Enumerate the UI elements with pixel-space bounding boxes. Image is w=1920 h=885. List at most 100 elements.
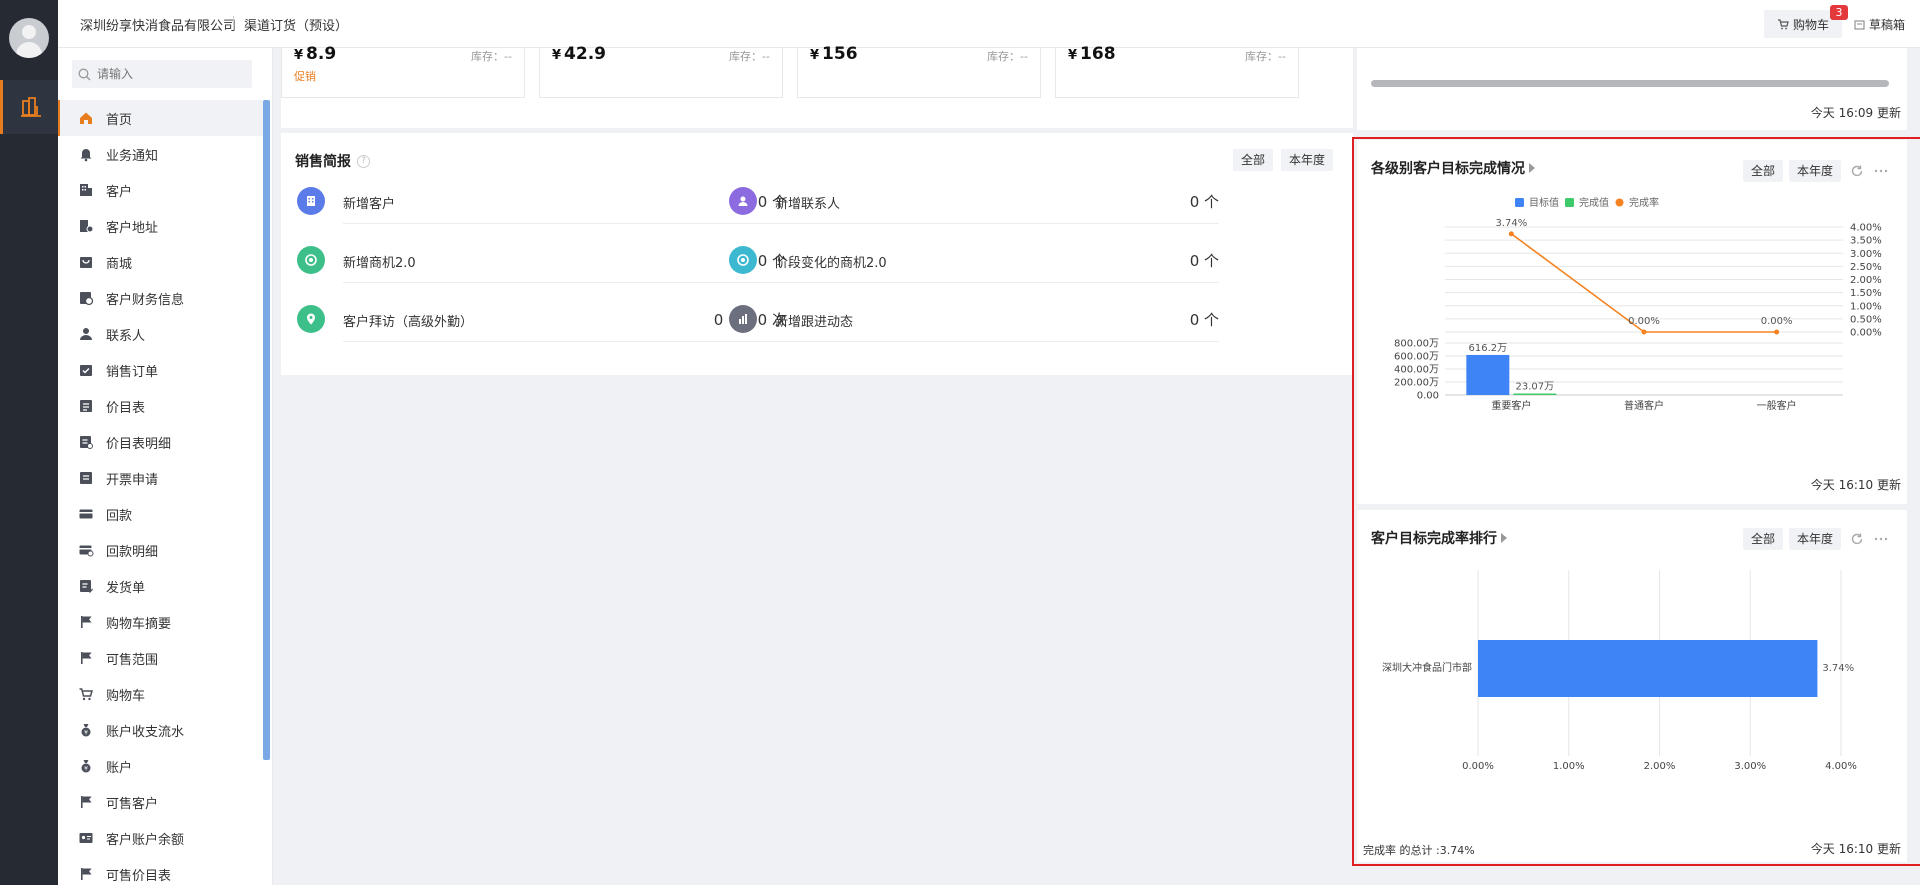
rail-item-dashboard[interactable]	[0, 80, 58, 134]
line-data-label: 0.00%	[1761, 316, 1793, 327]
product-stock: 库存：--	[471, 50, 512, 63]
y-right-tick-label: 2.00%	[1850, 275, 1882, 286]
sidebar-item-label: 商城	[106, 256, 133, 272]
company-name[interactable]: 深圳纷享快消食品有限公司	[80, 15, 236, 34]
sidebar-item[interactable]: 可售客户	[58, 784, 263, 820]
sidebar-item[interactable]: 商城	[58, 244, 263, 280]
help-icon[interactable]: ?	[357, 154, 370, 168]
sidebar-item[interactable]: 可售范围	[58, 640, 263, 676]
chart1-filter-year[interactable]: 本年度	[1789, 160, 1842, 182]
chart2-title[interactable]: 客户目标完成率排行	[1371, 528, 1507, 548]
chart2-filter-year[interactable]: 本年度	[1789, 528, 1842, 550]
sales-metric-row[interactable]: 阶段变化的商机2.0 0 个	[729, 242, 1219, 286]
chart2-filter-all[interactable]: 全部	[1743, 528, 1784, 550]
product-card[interactable]: ¥8.9 库存：-- 促销	[281, 44, 525, 98]
sales-filter-year[interactable]: 本年度	[1281, 149, 1334, 171]
horizontal-scrollbar[interactable]	[1371, 80, 1889, 87]
more-icon[interactable]	[1873, 163, 1889, 179]
cart-count-badge: 3	[1830, 5, 1848, 20]
search-input[interactable]	[97, 67, 237, 81]
sales-filter-all[interactable]: 全部	[1233, 149, 1274, 171]
chart1-title[interactable]: 各级别客户目标完成情况	[1371, 158, 1535, 178]
sidebar-item[interactable]: 联系人	[58, 316, 263, 352]
sidebar-item-label: 发货单	[106, 580, 146, 596]
y-left-tick-label: 600.00万	[1394, 352, 1439, 363]
product-price: ¥42.9	[552, 44, 606, 64]
sales-metric-value: 0 个	[1189, 193, 1219, 211]
sidebar-item[interactable]: 首页	[58, 100, 263, 136]
sidebar-item[interactable]: 购物车	[58, 676, 263, 712]
sales-metric-row[interactable]: 新增商机2.0 0 个	[297, 242, 787, 286]
sales-metric-row[interactable]: 客户拜访（高级外勤）0 个 / 0 次	[297, 301, 787, 345]
chart2-title-text: 客户目标完成率排行	[1371, 531, 1497, 547]
location-pin-icon	[297, 305, 325, 333]
sidebar-item[interactable]: ¥ 账户	[58, 748, 263, 784]
sidebar-item[interactable]: 可售价目表	[58, 856, 263, 885]
more-icon[interactable]	[1873, 531, 1889, 547]
bar	[1466, 354, 1510, 395]
order-icon	[78, 362, 94, 378]
drafts-button[interactable]: 草稿箱	[1854, 16, 1905, 33]
nav-scrollbar[interactable]	[263, 100, 270, 760]
sidebar-item[interactable]: ¥ 账户收支流水	[58, 712, 263, 748]
sales-metric-value: 0 个	[1189, 252, 1219, 270]
sales-metric-label: 新增客户	[343, 197, 396, 212]
product-card[interactable]: ¥42.9 库存：--	[539, 44, 783, 98]
store-icon	[78, 254, 94, 270]
sidebar-item[interactable]: 价目表明细	[58, 424, 263, 460]
flag-icon	[78, 650, 94, 666]
sidebar-item[interactable]: 客户	[58, 172, 263, 208]
product-price-value: 42.9	[564, 44, 606, 64]
sidebar-item[interactable]: 回款明细	[58, 532, 263, 568]
row-divider	[775, 341, 1219, 342]
row-divider	[775, 223, 1219, 224]
product-card[interactable]: ¥156 库存：--	[797, 44, 1041, 98]
drafts-icon	[1854, 20, 1865, 30]
sidebar-item[interactable]: 发货单	[58, 568, 263, 604]
card-detail-icon	[78, 542, 94, 558]
user-avatar[interactable]	[9, 18, 49, 58]
y-left-tick-label: 200.00万	[1394, 378, 1439, 389]
sales-brief-card: 销售简报 ? 全部 本年度 新增客户 0 个新增联系人 0 个新增商机2.0 0 个阶…	[281, 133, 1353, 375]
bar	[1478, 640, 1818, 697]
product-card[interactable]: ¥168 库存：--	[1055, 44, 1299, 98]
nav-list: 首页 业务通知 客户 客户地址 商城 客户财务信息 联系人 销售订单 价目表 价目表明细 开票申请回…	[58, 100, 263, 885]
y-right-tick-label: 0.00%	[1850, 328, 1882, 339]
y-left-tick-label: 400.00万	[1394, 365, 1439, 376]
svg-text:¥: ¥	[84, 730, 88, 737]
sales-metric-row[interactable]: 新增客户 0 个	[297, 183, 787, 227]
x-tick-label: 2.00%	[1644, 761, 1676, 772]
sidebar-item[interactable]: 客户地址	[58, 208, 263, 244]
promo-tag: 促销	[294, 70, 316, 83]
progress-card: 今天 16:09 更新	[1357, 48, 1907, 130]
sales-metric-row[interactable]: 新增跟进动态 0 个	[729, 301, 1219, 345]
refresh-icon[interactable]	[1849, 163, 1865, 179]
building-icon	[297, 187, 325, 215]
bar-data-label: 23.07万	[1516, 382, 1555, 393]
sidebar-item[interactable]: 价目表	[58, 388, 263, 424]
refresh-icon[interactable]	[1849, 531, 1865, 547]
sidebar-item[interactable]: 客户账户余额	[58, 820, 263, 856]
bell-icon	[78, 146, 94, 162]
sales-metric-row[interactable]: 新增联系人 0 个	[729, 183, 1219, 227]
sidebar-item-label: 回款明细	[106, 544, 159, 560]
nav-search[interactable]	[72, 60, 252, 88]
top-header: 深圳纷享快消食品有限公司 渠道订货（预设） 购物车 3 草稿箱	[58, 0, 1920, 48]
list-icon	[78, 398, 94, 414]
currency-symbol: ¥	[1068, 48, 1078, 63]
sidebar-item[interactable]: 业务通知	[58, 136, 263, 172]
svg-text:¥: ¥	[84, 766, 88, 773]
sidebar-item[interactable]: 购物车摘要	[58, 604, 263, 640]
sidebar-item[interactable]: 开票申请	[58, 460, 263, 496]
sidebar-item[interactable]: 客户财务信息	[58, 280, 263, 316]
cart-label: 购物车	[1792, 17, 1829, 32]
product-price-value: 8.9	[306, 44, 337, 64]
sidebar-item[interactable]: 销售订单	[58, 352, 263, 388]
sales-metric-label: 新增跟进动态	[775, 315, 854, 330]
product-price: ¥168	[1068, 44, 1116, 64]
currency-symbol: ¥	[294, 48, 304, 63]
sidebar-item[interactable]: 回款	[58, 496, 263, 532]
chart1-filter-all[interactable]: 全部	[1743, 160, 1784, 182]
sales-metric-label: 新增联系人	[775, 197, 841, 212]
channel-name[interactable]: 渠道订货（预设）	[244, 15, 348, 34]
